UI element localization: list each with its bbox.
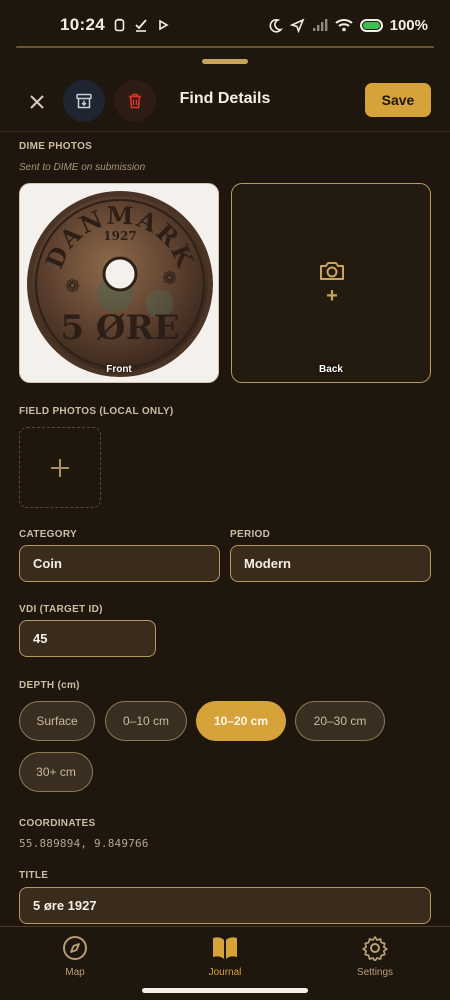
signal-icon — [312, 19, 328, 31]
delete-button[interactable] — [114, 80, 156, 122]
depth-chip-20-30[interactable]: 20–30 cm — [295, 701, 385, 741]
battery-level: 100% — [389, 16, 428, 34]
compass-icon — [63, 936, 87, 960]
archive-button[interactable] — [63, 80, 105, 122]
vdi-label: VDI (TARGET ID) — [19, 604, 103, 615]
coin-image: DANMARK 1927 5 ØRE ❁ ❁ — [27, 191, 213, 377]
plus-icon — [51, 458, 69, 477]
status-bar: 10:24 100% — [0, 0, 450, 50]
svg-text:❁: ❁ — [65, 276, 80, 297]
depth-chip-30-plus[interactable]: 30+ cm — [19, 752, 93, 792]
vdi-field[interactable]: 45 — [19, 620, 156, 657]
coin-year: 1927 — [103, 229, 136, 243]
drag-handle[interactable] — [202, 59, 248, 64]
add-field-photo-button[interactable] — [19, 427, 101, 508]
moon-icon — [269, 18, 283, 33]
app-header: Find Details Save — [0, 74, 450, 132]
status-left: 10:24 — [60, 15, 169, 35]
trash-icon — [129, 93, 141, 109]
play-icon — [159, 19, 169, 31]
checklist-icon — [135, 19, 147, 32]
status-right: 100% — [268, 17, 428, 34]
home-indicator[interactable] — [142, 988, 308, 993]
front-caption: Front — [106, 364, 132, 375]
location-icon — [289, 17, 305, 33]
period-label: PERIOD — [230, 529, 271, 540]
depth-chip-surface[interactable]: Surface — [19, 701, 95, 741]
nav-item-settings[interactable]: Settings — [330, 935, 420, 978]
sheet-edge — [16, 46, 434, 48]
plus-icon: + — [326, 285, 338, 307]
wifi-icon — [334, 19, 353, 32]
camera-icon — [320, 262, 344, 280]
battery-icon — [359, 18, 383, 32]
depth-chip-0-10[interactable]: 0–10 cm — [105, 701, 187, 741]
depth-chip-10-20[interactable]: 10–20 cm — [196, 701, 286, 741]
nav-label-journal: Journal — [208, 967, 242, 978]
front-photo[interactable]: DANMARK 1927 5 ØRE ❁ ❁ Front — [19, 183, 219, 383]
nav-item-journal[interactable]: Journal — [180, 935, 270, 978]
close-icon[interactable] — [24, 89, 50, 115]
category-field[interactable]: Coin — [19, 545, 220, 582]
nav-label-settings: Settings — [356, 967, 394, 978]
field-photos-label: FIELD PHOTOS (LOCAL ONLY) — [19, 406, 174, 417]
title-label: TITLE — [19, 870, 49, 881]
status-time: 10:24 — [60, 15, 105, 34]
coordinates-value: 55.889894, 9.849766 — [19, 837, 149, 850]
back-photo-slot[interactable]: + Back — [231, 183, 431, 383]
category-label: CATEGORY — [19, 529, 77, 540]
title-field[interactable]: 5 øre 1927 — [19, 887, 431, 924]
nav-item-map[interactable]: Map — [30, 935, 120, 978]
save-button[interactable]: Save — [365, 83, 431, 117]
coin-value: 5 ØRE — [60, 308, 179, 348]
coordinates-label: COORDINATES — [19, 818, 96, 829]
book-icon — [213, 937, 237, 959]
dime-photos-label: DIME PHOTOS — [19, 141, 93, 152]
svg-text:❁: ❁ — [162, 268, 177, 289]
nav-label-map: Map — [65, 967, 85, 978]
page-title: Find Details — [179, 90, 271, 107]
period-field[interactable]: Modern — [230, 545, 431, 582]
data-saver-icon — [114, 18, 125, 32]
archive-icon — [76, 93, 92, 109]
back-caption: Back — [319, 364, 343, 375]
gear-icon — [362, 936, 388, 961]
dime-photos-subtitle: Sent to DIME on submission — [19, 162, 146, 173]
depth-label: DEPTH (cm) — [19, 680, 80, 691]
